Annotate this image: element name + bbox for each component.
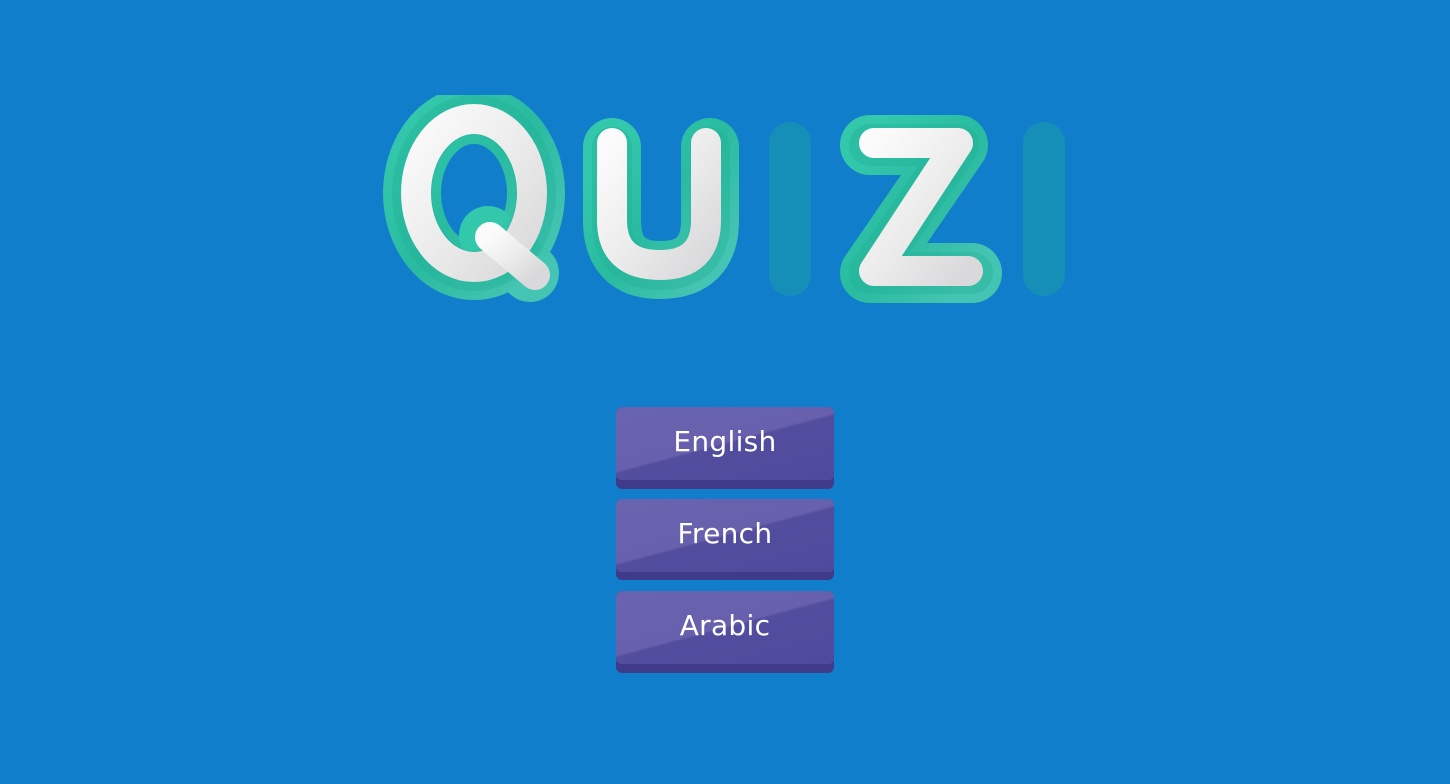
language-menu: English French Arabic bbox=[616, 407, 834, 683]
arabic-button-label: Arabic bbox=[679, 609, 771, 642]
quizi-logo bbox=[380, 95, 1090, 320]
english-button[interactable]: English bbox=[616, 407, 834, 489]
english-button-label: English bbox=[673, 425, 777, 458]
language-select-screen: English French Arabic bbox=[0, 0, 1450, 784]
arabic-button[interactable]: Arabic bbox=[616, 591, 834, 673]
french-button[interactable]: French bbox=[616, 499, 834, 580]
french-button-label: French bbox=[677, 517, 773, 550]
